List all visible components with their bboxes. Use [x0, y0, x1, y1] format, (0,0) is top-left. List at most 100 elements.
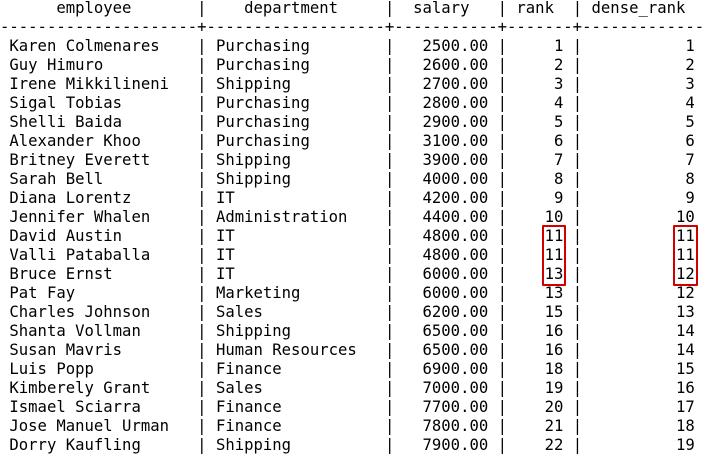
table-row: Ismael Sciarra | Finance | 7700.00 | 20 … [9, 398, 695, 416]
employee-cell: Kimberely Grant [9, 379, 188, 397]
employee-cell: Bruce Ernst [9, 265, 188, 283]
department-cell: Purchasing [215, 113, 376, 131]
employee-cell: Guy Himuro [9, 56, 188, 74]
rank-cell: 18 [516, 360, 564, 378]
salary-cell: 4400.00 [403, 208, 489, 226]
department-cell: Finance [215, 417, 376, 435]
table-header-row: employee | department | salary | rank | … [9, 0, 695, 17]
table-row: Pat Fay | Marketing | 6000.00 | 13 | 12 [9, 284, 695, 302]
rank-cell: 7 [516, 151, 564, 169]
employee-cell: Shelli Baida [9, 113, 188, 131]
dense-rank-cell: 9 [591, 189, 695, 207]
rank-cell: 13 [516, 284, 564, 302]
dense-rank-cell: 1 [591, 37, 695, 55]
table-row: Dorry Kaufling | Shipping | 7900.00 | 22… [9, 436, 695, 454]
dense-rank-highlight-box [673, 225, 698, 286]
table-row: Valli Pataballa | IT | 4800.00 | 11 | 11 [9, 246, 695, 264]
header-salary: salary [403, 0, 489, 17]
employee-cell: Valli Pataballa [9, 246, 188, 264]
employee-cell: Charles Johnson [9, 303, 188, 321]
employee-cell: Jennifer Whalen [9, 208, 188, 226]
rank-cell: 22 [516, 436, 564, 454]
dense-rank-cell: 6 [591, 132, 695, 150]
department-cell: IT [215, 227, 376, 245]
department-cell: IT [215, 265, 376, 283]
salary-cell: 7800.00 [403, 417, 489, 435]
table-row: Alexander Khoo | Purchasing | 3100.00 | … [9, 132, 695, 150]
rank-cell: 1 [516, 37, 564, 55]
rank-cell: 3 [516, 75, 564, 93]
salary-cell: 2700.00 [403, 75, 489, 93]
employee-cell: Alexander Khoo [9, 132, 188, 150]
dense-rank-cell: 12 [591, 284, 695, 302]
dense-rank-cell: 5 [591, 113, 695, 131]
employee-cell: Pat Fay [9, 284, 188, 302]
department-cell: Administration [215, 208, 376, 226]
salary-cell: 4000.00 [403, 170, 489, 188]
dense-rank-cell: 14 [591, 341, 695, 359]
table-row: Jennifer Whalen | Administration | 4400.… [9, 208, 695, 226]
department-cell: Shipping [215, 170, 376, 188]
department-cell: Sales [215, 303, 376, 321]
salary-cell: 2900.00 [403, 113, 489, 131]
table-row: Jose Manuel Urman | Finance | 7800.00 | … [9, 417, 695, 435]
table-row: Sigal Tobias | Purchasing | 2800.00 | 4 … [9, 94, 695, 112]
header-employee: employee [9, 0, 188, 17]
salary-cell: 4800.00 [403, 227, 489, 245]
rank-cell: 21 [516, 417, 564, 435]
table-row: Irene Mikkilineni | Shipping | 2700.00 |… [9, 75, 695, 93]
dense-rank-cell: 15 [591, 360, 695, 378]
salary-cell: 7900.00 [403, 436, 489, 454]
table-row: Guy Himuro | Purchasing | 2600.00 | 2 | … [9, 56, 695, 74]
rank-cell: 19 [516, 379, 564, 397]
employee-cell: Diana Lorentz [9, 189, 188, 207]
department-cell: IT [215, 246, 376, 264]
salary-cell: 7700.00 [403, 398, 489, 416]
employee-cell: Shanta Vollman [9, 322, 188, 340]
department-cell: Shipping [215, 436, 376, 454]
employee-cell: Irene Mikkilineni [9, 75, 188, 93]
rank-cell: 5 [516, 113, 564, 131]
rank-cell: 15 [516, 303, 564, 321]
department-cell: Finance [215, 360, 376, 378]
rank-cell: 8 [516, 170, 564, 188]
employee-cell: Luis Popp [9, 360, 188, 378]
department-cell: Marketing [215, 284, 376, 302]
salary-cell: 4200.00 [403, 189, 489, 207]
salary-cell: 6500.00 [403, 322, 489, 340]
salary-cell: 7000.00 [403, 379, 489, 397]
table-row: Bruce Ernst | IT | 6000.00 | 13 | 12 [9, 265, 695, 283]
dense-rank-cell: 3 [591, 75, 695, 93]
header-separator: ---------------------+------------------… [0, 18, 705, 36]
employee-cell: Karen Colmenares [9, 37, 188, 55]
salary-cell: 6900.00 [403, 360, 489, 378]
department-cell: Purchasing [215, 94, 376, 112]
department-cell: Sales [215, 379, 376, 397]
employee-cell: Sigal Tobias [9, 94, 188, 112]
employee-cell: Britney Everett [9, 151, 188, 169]
employee-cell: Susan Mavris [9, 341, 188, 359]
department-cell: Shipping [215, 75, 376, 93]
salary-cell: 2600.00 [403, 56, 489, 74]
employee-cell: David Austin [9, 227, 188, 245]
query-result-text: employee | department | salary | rank | … [0, 0, 704, 455]
dense-rank-cell: 10 [591, 208, 695, 226]
header-dense-rank: dense_rank [591, 0, 695, 17]
department-cell: Purchasing [215, 132, 376, 150]
department-cell: Shipping [215, 322, 376, 340]
salary-cell: 4800.00 [403, 246, 489, 264]
salary-cell: 6000.00 [403, 265, 489, 283]
rank-cell: 4 [516, 94, 564, 112]
department-cell: Shipping [215, 151, 376, 169]
rank-cell: 16 [516, 322, 564, 340]
department-cell: Purchasing [215, 37, 376, 55]
dense-rank-cell: 8 [591, 170, 695, 188]
employee-cell: Sarah Bell [9, 170, 188, 188]
table-row: Charles Johnson | Sales | 6200.00 | 15 |… [9, 303, 695, 321]
header-department: department [215, 0, 376, 17]
dense-rank-cell: 7 [591, 151, 695, 169]
rank-cell: 2 [516, 56, 564, 74]
salary-cell: 3100.00 [403, 132, 489, 150]
dense-rank-cell: 14 [591, 322, 695, 340]
department-cell: Purchasing [215, 56, 376, 74]
